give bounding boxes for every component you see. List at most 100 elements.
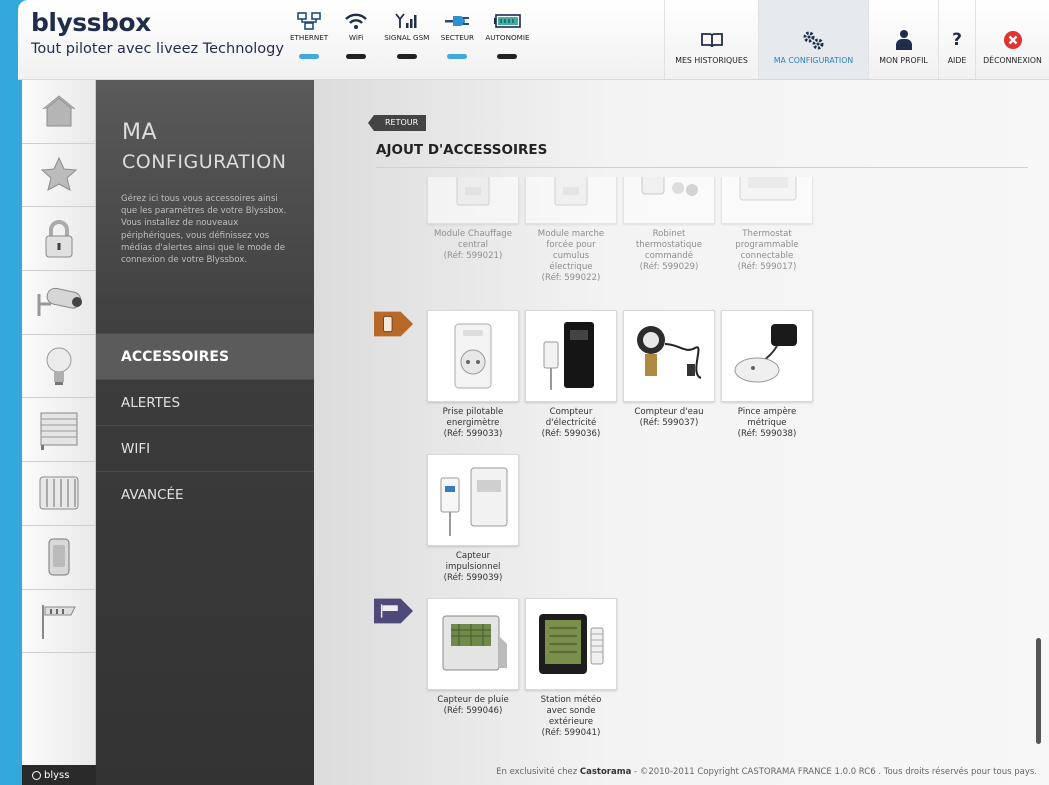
sidebar-favorites[interactable] — [22, 144, 95, 208]
status-indicators: ETHERNET WiFi SIGNAL GSM SECTEUR AUTONOM… — [286, 10, 535, 59]
caption-line: Robinet — [652, 229, 686, 239]
wifi-icon — [334, 10, 378, 32]
product-image[interactable] — [427, 454, 519, 546]
sidebar-heating[interactable] — [22, 462, 95, 526]
product-card[interactable]: Prise pilotable energimètre (Réf: 599033… — [427, 310, 519, 440]
book-icon — [700, 28, 724, 52]
caption-line: (Réf: 599021) — [443, 251, 503, 261]
caption-line: Pince ampère — [737, 407, 797, 417]
logo[interactable]: blyssbox Tout piloter avec liveez Techno… — [31, 10, 284, 58]
menu-description: Gérez ici tous vous accessoires ainsi qu… — [121, 194, 287, 266]
nav-aide[interactable]: ? AIDE — [938, 0, 975, 79]
sidebar-camera[interactable] — [22, 271, 95, 335]
config-menu: MA CONFIGURATION Gérez ici tous vous acc… — [96, 80, 332, 785]
status-autonomie: AUTONOMIE — [481, 10, 533, 59]
battery-icon — [485, 10, 529, 32]
product-image[interactable] — [525, 177, 617, 224]
product-card[interactable]: Module Chauffage central (Réf: 599021) — [427, 177, 519, 284]
product-image[interactable] — [721, 177, 813, 224]
product-image[interactable] — [525, 598, 617, 690]
product-card[interactable]: Station météo avec sonde extérieure (Réf… — [525, 598, 617, 739]
status-label: SIGNAL GSM — [384, 33, 430, 42]
sidebar-security[interactable] — [22, 207, 95, 272]
caption-line: d'électricité — [545, 418, 597, 428]
product-card[interactable]: Robinet thermostatique commandé (Réf: 59… — [623, 177, 715, 284]
sidebar-weather[interactable] — [22, 590, 95, 654]
product-card[interactable]: Capteur impulsionnel (Réf: 599039) — [427, 454, 519, 584]
top-header: blyssbox Tout piloter avec liveez Techno… — [18, 0, 1049, 80]
footer-suffix: - ©2010-2011 Copyright CASTORAMA FRANCE … — [634, 767, 1037, 777]
caption-line: impulsionnel — [445, 562, 501, 572]
caption-line: cumulus — [552, 251, 590, 261]
nav-profil[interactable]: MON PROFIL — [868, 0, 938, 79]
status-led — [346, 54, 367, 59]
product-image[interactable] — [427, 310, 519, 402]
product-image[interactable] — [525, 310, 617, 402]
product-caption: Station météo avec sonde extérieure (Réf… — [525, 695, 617, 739]
product-caption: Prise pilotable energimètre (Réf: 599033… — [427, 407, 519, 440]
sidebar-lighting[interactable] — [22, 335, 95, 399]
product-image[interactable] — [721, 310, 813, 402]
scrollbar-thumb[interactable] — [1036, 638, 1041, 744]
caption-line: (Réf: 599017) — [737, 262, 797, 272]
caption-line: (Réf: 599041) — [541, 728, 601, 738]
status-secteur: SECTEUR — [435, 10, 479, 59]
help-icon: ? — [952, 30, 962, 50]
close-icon — [1003, 28, 1023, 52]
title-divider — [376, 167, 1028, 168]
menu-item-accessoires[interactable]: ACCESSOIRES — [96, 333, 332, 380]
nav-label: MES HISTORIQUES — [675, 56, 748, 65]
copyright-footer: En exclusivité chez Castorama - ©2010-20… — [496, 767, 1037, 777]
nav-label: MA CONFIGURATION — [773, 56, 854, 65]
status-led — [497, 54, 518, 59]
product-card[interactable]: Pince ampère métrique (Réf: 599038) — [721, 310, 813, 440]
icon-sidebar: blyss — [22, 80, 96, 785]
menu-item-alertes[interactable]: ALERTES — [96, 379, 314, 425]
status-ethernet: ETHERNET — [286, 10, 332, 59]
sensor-icon — [48, 538, 69, 576]
caption-line: forcée pour — [546, 240, 596, 250]
caption-line: Module marche — [537, 229, 605, 239]
caption-line: connectable — [740, 251, 794, 261]
menu-title-line2: CONFIGURATION — [122, 151, 287, 173]
footer-brand-link[interactable]: Castorama — [580, 767, 631, 777]
nav-historiques[interactable]: MES HISTORIQUES — [664, 0, 758, 79]
product-card[interactable]: Capteur de pluie (Réf: 599046) — [427, 598, 519, 739]
product-image[interactable] — [623, 310, 715, 402]
product-card[interactable]: Compteur d'eau (Réf: 599037) — [623, 310, 715, 440]
product-caption: Module marche forcée pour cumulus électr… — [525, 229, 617, 284]
home-icon — [42, 95, 75, 127]
product-caption: Capteur impulsionnel (Réf: 599039) — [427, 551, 519, 584]
menu-item-avancee[interactable]: AVANCÉE — [96, 471, 314, 517]
product-image[interactable] — [427, 177, 519, 224]
accessories-list: Module Chauffage central (Réf: 599021) M… — [314, 177, 1034, 777]
nav-configuration[interactable]: MA CONFIGURATION — [758, 0, 868, 79]
caption-line: électrique — [549, 262, 593, 272]
sidebar-sensors[interactable] — [22, 526, 95, 590]
weather-row: Capteur de pluie (Réf: 599046) Station m… — [427, 598, 623, 739]
product-card[interactable]: Compteur d'électricité (Réf: 599036) — [525, 310, 617, 440]
nav-label: AIDE — [947, 56, 967, 65]
star-icon — [40, 156, 77, 192]
sidebar-home[interactable] — [22, 80, 95, 144]
menu-item-wifi[interactable]: WIFI — [96, 425, 314, 471]
caption-line: thermostatique — [635, 240, 703, 250]
product-card[interactable]: Module marche forcée pour cumulus électr… — [525, 177, 617, 284]
energy-category-badge — [374, 311, 414, 337]
product-image[interactable] — [427, 598, 519, 690]
status-label: AUTONOMIE — [485, 33, 530, 42]
back-button[interactable]: RETOUR — [367, 115, 427, 131]
nav-deconnexion[interactable]: DÉCONNEXION — [975, 0, 1049, 79]
user-icon — [894, 28, 914, 52]
product-image[interactable] — [623, 177, 715, 224]
product-card[interactable]: Thermostat programmable connectable (Réf… — [721, 177, 813, 284]
nav-label: DÉCONNEXION — [983, 56, 1042, 65]
logo-text: blyssbox — [31, 8, 151, 37]
status-wifi: WiFi — [334, 10, 378, 59]
product-caption: Compteur d'électricité (Réf: 599036) — [525, 407, 617, 440]
caption-line: energimètre — [446, 418, 500, 428]
status-gsm: SIGNAL GSM — [380, 10, 433, 59]
sidebar-shutters[interactable] — [22, 398, 95, 463]
blyss-footer-text: blyss — [44, 769, 70, 781]
product-caption: Module Chauffage central (Réf: 599021) — [427, 229, 519, 262]
